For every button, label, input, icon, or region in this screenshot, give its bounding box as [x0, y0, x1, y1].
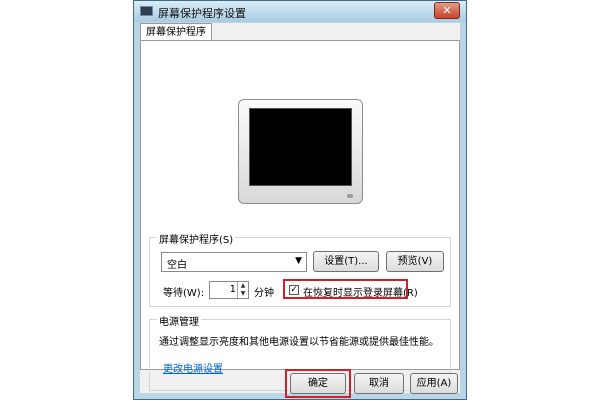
highlight-annotation-checkbox: [283, 279, 408, 299]
close-button[interactable]: ✕: [434, 2, 460, 19]
title-bar[interactable]: 屏幕保护程序设置 ✕: [134, 1, 466, 22]
screensaver-group-label: 屏幕保护程序(S): [157, 231, 236, 246]
settings-button[interactable]: 设置(T)...: [313, 251, 379, 272]
wait-label: 等待(W):: [163, 288, 205, 299]
wait-minutes-value: 1: [229, 284, 236, 295]
highlight-annotation-ok: [285, 369, 351, 398]
monitor-icon: [140, 6, 153, 16]
preview-screen: [249, 108, 352, 186]
apply-button[interactable]: 应用(A): [410, 373, 458, 394]
dialog-client-area: 屏幕保护程序 屏幕保护程序(S) 空白 ▼ 设置(T)... 预览(V) 等待(…: [140, 23, 460, 398]
window-title: 屏幕保护程序设置: [158, 7, 246, 20]
spinner-arrows-icon[interactable]: ▲ ▼: [237, 282, 248, 298]
tab-panel: 屏幕保护程序(S) 空白 ▼ 设置(T)... 预览(V) 等待(W): 1 ▲…: [140, 40, 460, 391]
monitor-led-icon: [347, 194, 353, 198]
change-power-settings-link[interactable]: 更改电源设置: [163, 360, 223, 375]
power-description: 通过调整显示亮度和其他电源设置以节省能源或提供最佳性能。: [159, 337, 439, 348]
monitor-preview: [238, 99, 363, 204]
screensaver-select[interactable]: 空白 ▼: [161, 252, 307, 272]
screensaver-select-value: 空白: [167, 260, 187, 271]
power-group-label: 电源管理: [157, 313, 201, 328]
wait-unit-label: 分钟: [254, 288, 274, 299]
chevron-down-icon: ▼: [295, 256, 302, 266]
cancel-button[interactable]: 取消: [354, 373, 404, 394]
tab-screensaver[interactable]: 屏幕保护程序: [140, 23, 212, 41]
wait-minutes-spinner[interactable]: 1 ▲ ▼: [209, 281, 249, 299]
preview-button[interactable]: 预览(V): [386, 251, 444, 272]
screensaver-settings-dialog: 屏幕保护程序设置 ✕ 屏幕保护程序 屏幕保护程序(S) 空白 ▼ 设置(T)..…: [133, 0, 467, 400]
